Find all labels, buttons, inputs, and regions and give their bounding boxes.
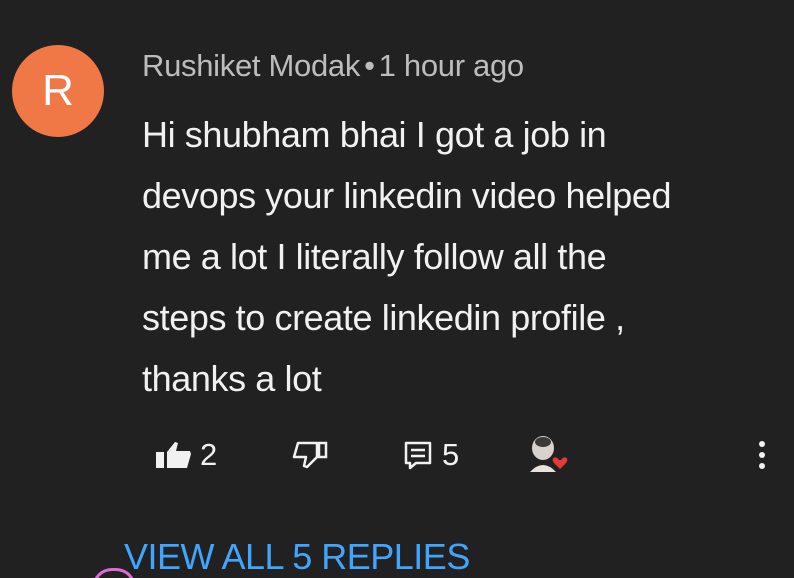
comment-text: Hi shubham bhai I got a job in devops yo… xyxy=(142,114,672,399)
comment-icon xyxy=(404,441,432,470)
meta-separator: • xyxy=(364,48,375,83)
creator-heart[interactable] xyxy=(526,430,572,480)
creator-avatar-icon xyxy=(530,436,568,472)
reply-button[interactable]: 5 xyxy=(402,430,459,480)
more-vertical-icon xyxy=(759,441,765,469)
like-button[interactable]: 2 xyxy=(154,430,217,480)
avatar-letter: R xyxy=(42,66,74,115)
thumbs-up-icon xyxy=(156,442,191,468)
comment-actions: 2 5 xyxy=(0,430,794,480)
more-options-button[interactable] xyxy=(752,430,772,480)
thumbs-down-icon xyxy=(292,441,328,469)
like-count: 2 xyxy=(200,437,218,472)
comment-meta: Rushiket Modak • 1 hour ago xyxy=(142,48,524,84)
author-name[interactable]: Rushiket Modak xyxy=(142,48,360,83)
view-replies-button[interactable]: VIEW ALL 5 REPLIES xyxy=(124,536,470,578)
comment-time[interactable]: 1 hour ago xyxy=(379,48,525,83)
avatar[interactable]: R xyxy=(12,45,104,137)
reply-count: 5 xyxy=(442,437,460,472)
creator-heart-avatar xyxy=(526,432,572,478)
dislike-button[interactable] xyxy=(290,430,330,480)
comment-thread: R Rushiket Modak • 1 hour ago Hi shubham b… xyxy=(0,0,794,578)
